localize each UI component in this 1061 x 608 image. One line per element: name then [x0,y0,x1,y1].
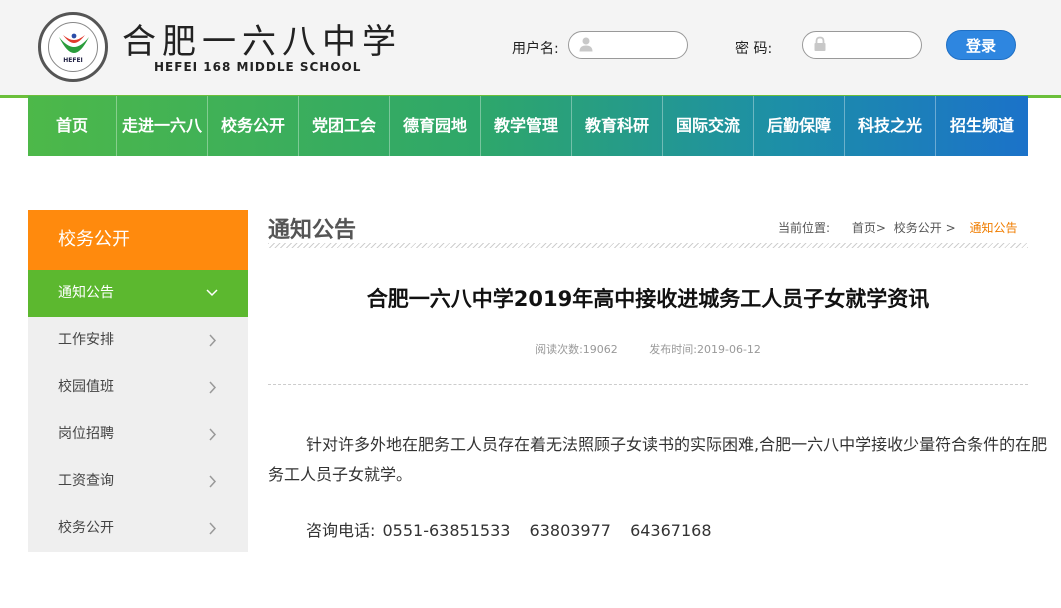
sidebar-item-label: 通知公告 [58,285,114,301]
nav-item-moral-education[interactable]: 德育园地 [390,96,481,156]
logo-text: HEFEI [63,57,83,64]
nav-item-international[interactable]: 国际交流 [663,96,754,156]
article-meta: 阅读次数:19062 发布时间:2019-06-12 [268,341,1028,357]
site-header: HEFEI 合肥一六八中学 HEFEI 168 MIDDLE SCHOOL 用户… [0,0,1061,95]
breadcrumb-home[interactable]: 首页> [852,221,886,235]
article-divider [268,384,1028,385]
article-title: 合肥一六八中学2019年高中接收进城务工人员子女就学资讯 [366,287,930,311]
contact-phone: 0551-63851533 [382,521,511,540]
contact-label: 咨询电话: [306,521,376,540]
sidebar-item-work-plan[interactable]: 工作安排 [28,317,248,364]
nav-item-school-affairs[interactable]: 校务公开 [208,96,299,156]
sidebar-menu: 通知公告 工作安排 校园值班 岗位招聘 工资查询 校务公开 [28,270,248,552]
nav-item-technology[interactable]: 科技之光 [845,96,936,156]
sidebar-item-salary-query[interactable]: 工资查询 [28,458,248,505]
sidebar-item-school-affairs[interactable]: 校务公开 [28,505,248,552]
password-label: 密 码: [735,41,773,57]
view-count: 阅读次数:19062 [535,343,618,356]
breadcrumb-school-affairs[interactable]: 校务公开 > [894,221,956,235]
lock-icon [814,36,826,51]
contact-phone: 64367168 [630,521,712,540]
main-nav: 首页 走进一六八 校务公开 党团工会 德育园地 教学管理 教育科研 国际交流 后… [28,96,1028,156]
nav-item-party-union[interactable]: 党团工会 [299,96,390,156]
sidebar-item-label: 校务公开 [58,520,114,536]
school-name-cn: 合肥一六八中学 [122,22,402,62]
school-logo[interactable]: HEFEI [38,12,108,82]
breadcrumb-prefix: 当前位置: [778,221,831,235]
nav-item-admissions[interactable]: 招生频道 [936,96,1028,156]
sidebar-item-recruitment[interactable]: 岗位招聘 [28,411,248,458]
section-title: 通知公告 [268,218,357,243]
sidebar-title: 校务公开 [28,210,248,270]
nav-item-teaching[interactable]: 教学管理 [481,96,572,156]
article-paragraph: 针对许多外地在肥务工人员存在着无法照顾子女读书的实际困难,合肥一六八中学接收少量… [268,435,1048,484]
sidebar-item-label: 岗位招聘 [58,426,114,442]
nav-item-home[interactable]: 首页 [28,96,117,156]
user-icon [579,37,593,52]
sidebar-item-notices[interactable]: 通知公告 [28,270,248,317]
nav-item-research[interactable]: 教育科研 [572,96,663,156]
login-button[interactable]: 登录 [946,30,1016,60]
school-name-en: HEFEI 168 MIDDLE SCHOOL [154,60,362,74]
logo-swoosh-icon [59,33,89,53]
sidebar-item-campus-duty[interactable]: 校园值班 [28,364,248,411]
section-divider [268,243,1028,248]
sidebar-item-label: 工作安排 [58,332,114,348]
breadcrumb-current[interactable]: 通知公告 [969,221,1017,235]
sidebar-item-label: 工资查询 [58,473,114,489]
contact-line: 咨询电话: 0551-63851533 63803977 64367168 [306,517,726,541]
breadcrumb: 当前位置: 首页> 校务公开 > 通知公告 [778,219,1021,236]
publish-date: 发布时间:2019-06-12 [649,343,761,356]
nav-item-about[interactable]: 走进一六八 [117,96,208,156]
nav-item-logistics[interactable]: 后勤保障 [754,96,845,156]
username-label: 用户名: [512,41,559,57]
contact-phone: 63803977 [529,521,611,540]
sidebar-item-label: 校园值班 [58,379,114,395]
chevron-right-icon [206,505,218,570]
